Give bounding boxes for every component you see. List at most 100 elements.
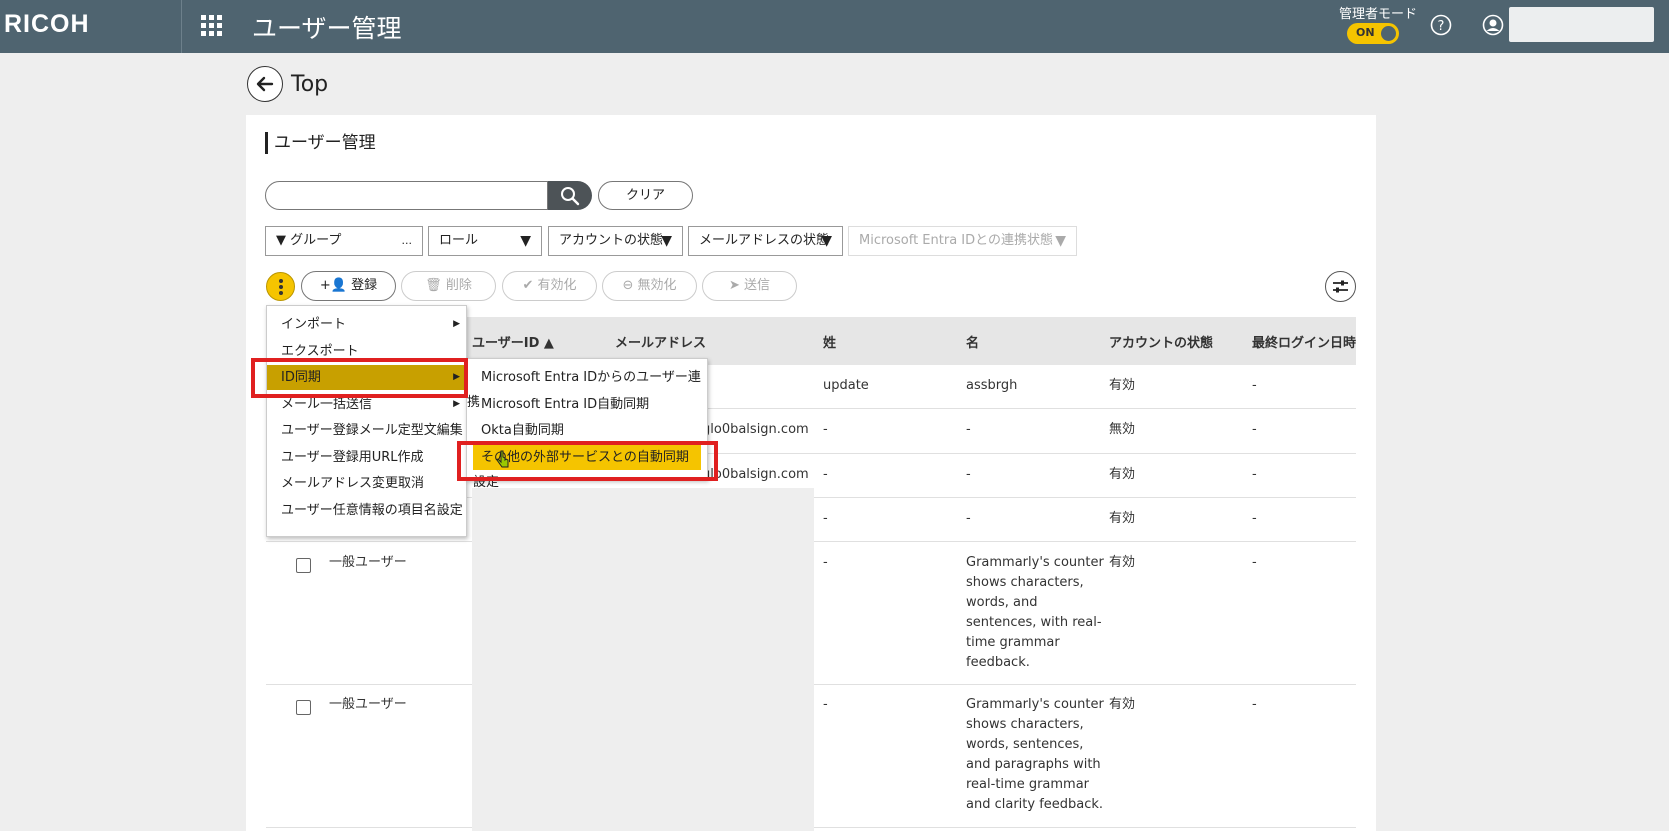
role-filter[interactable]: ロール ▼ (428, 226, 542, 256)
group-filter[interactable]: ▼ グループ ... (265, 226, 423, 256)
menu-item-label: エクスポート (281, 344, 359, 359)
column-settings-button[interactable] (1325, 271, 1356, 302)
first-name-line: Grammarly's counter (966, 697, 1104, 712)
send-icon: ➤ (728, 278, 740, 293)
cell-first-name: - (966, 422, 971, 437)
first-name-line: Grammarly's counter (966, 555, 1104, 570)
first-name-line: real-time grammar (966, 777, 1090, 792)
caret-down-icon: ▼ (821, 233, 832, 249)
th-first-name[interactable]: 名 (966, 332, 979, 351)
menu-item-label: ユーザー登録用URL作成 (281, 450, 424, 465)
cell-account-state: 有効 (1109, 697, 1136, 712)
filter-icon: ▼ (276, 233, 286, 248)
user-account-icon[interactable] (1482, 14, 1504, 36)
delete-button[interactable]: 🗑 削除 (401, 271, 496, 301)
register-button[interactable]: +👤 登録 (301, 271, 396, 301)
cell-last-login: - (1252, 422, 1257, 437)
group-filter-label: グループ (290, 233, 342, 248)
cell-role: 一般ユーザー (329, 697, 407, 712)
send-button[interactable]: ➤ 送信 (702, 271, 797, 301)
caret-right-icon: ▶ (453, 319, 460, 329)
search-button[interactable] (548, 181, 592, 210)
cell-role: 一般ユーザー (329, 555, 407, 570)
first-name-line: and clarity feedback. (966, 797, 1104, 812)
back-button[interactable] (247, 66, 283, 102)
cell-last-name: - (823, 697, 828, 712)
row-checkbox[interactable] (296, 700, 311, 715)
redacted-area (472, 488, 814, 831)
top-bar: RICOH ユーザー管理 管理者モード ON ? (0, 0, 1669, 53)
menu-item-mail-template[interactable]: ユーザー登録メール定型文編集 (267, 418, 466, 443)
disable-label: 無効化 (637, 278, 677, 293)
first-name-line: and paragraphs with (966, 757, 1101, 772)
minus-circle-icon: ⊖ (622, 278, 634, 293)
menu-item-registration-url[interactable]: ユーザー登録用URL作成 (267, 445, 466, 470)
first-name-line: shows characters, (966, 717, 1084, 732)
app-grid-icon[interactable] (201, 15, 223, 37)
entra-link-state-filter-label: Microsoft Entra IDとの連携状態 (859, 233, 1054, 248)
back-label[interactable]: Top (291, 72, 328, 97)
user-name-box[interactable] (1509, 7, 1654, 42)
enable-label: 有効化 (537, 278, 577, 293)
disable-button[interactable]: ⊖ 無効化 (602, 271, 697, 301)
first-name-line: time grammar (966, 635, 1060, 650)
menu-item-label: インポート (281, 317, 347, 332)
enable-button[interactable]: ✔ 有効化 (502, 271, 597, 301)
search-input[interactable] (265, 181, 548, 210)
submenu-item-label: Okta自動同期 (481, 423, 564, 438)
cell-account-state: 有効 (1109, 511, 1136, 526)
register-label: 登録 (351, 278, 378, 293)
clear-button[interactable]: クリア (598, 181, 693, 210)
entra-link-state-filter: Microsoft Entra IDとの連携状態 ▼ (848, 226, 1077, 256)
add-user-icon: +👤 (319, 278, 347, 293)
account-state-filter[interactable]: アカウントの状態 ▼ (548, 226, 683, 256)
arrow-left-icon (256, 76, 274, 92)
cell-last-login: - (1252, 467, 1257, 482)
cell-account-state: 有効 (1109, 555, 1136, 570)
first-name-line: words, sentences, (966, 737, 1084, 752)
admin-mode-toggle[interactable]: ON (1347, 23, 1399, 44)
caret-down-icon: ▼ (520, 233, 531, 249)
kebab-dot (279, 291, 283, 295)
check-icon: ✔ (522, 278, 534, 293)
cell-last-name: update (823, 378, 869, 393)
cell-last-name: - (823, 555, 828, 570)
group-filter-more: ... (401, 234, 413, 247)
menu-item-cancel-email-change[interactable]: メールアドレス変更取消 (267, 471, 466, 496)
email-state-filter[interactable]: メールアドレスの状態 ▼ (688, 226, 843, 256)
row-checkbox[interactable] (296, 558, 311, 573)
cell-last-login: - (1252, 378, 1257, 393)
th-last-login[interactable]: 最終ログイン日時 (1252, 332, 1356, 351)
cell-account-state: 有効 (1109, 378, 1136, 393)
app-title: ユーザー管理 (252, 14, 402, 43)
role-filter-label: ロール (439, 233, 479, 248)
submenu-item-entra-auto-sync[interactable]: Microsoft Entra ID自動同期 (467, 392, 707, 417)
th-account-state[interactable]: アカウントの状態 (1109, 332, 1213, 351)
cell-last-name: - (823, 467, 828, 482)
mouse-cursor-icon (496, 450, 509, 468)
cell-first-name: Grammarly's counter shows characters, wo… (966, 695, 1104, 815)
th-user-id[interactable]: ユーザーID ▲ (472, 332, 554, 351)
help-icon[interactable]: ? (1430, 14, 1452, 36)
trash-icon: 🗑 (425, 278, 442, 293)
menu-item-custom-fields[interactable]: ユーザー任意情報の項目名設定 (267, 498, 466, 523)
send-label: 送信 (744, 278, 771, 293)
cell-last-login: - (1252, 511, 1257, 526)
submenu-item-okta-auto-sync[interactable]: Okta自動同期 (467, 418, 707, 443)
cell-last-login: - (1252, 697, 1257, 712)
first-name-line: words, and (966, 595, 1038, 610)
delete-label: 削除 (445, 278, 472, 293)
menu-item-import[interactable]: インポート ▶ (267, 312, 466, 337)
th-email[interactable]: メールアドレス (615, 332, 706, 351)
more-actions-button[interactable] (266, 272, 295, 301)
submenu-item-entra-link[interactable]: Microsoft Entra IDからのユーザー連携 (467, 365, 707, 410)
svg-text:?: ? (1438, 19, 1445, 34)
toggle-state-label: ON (1356, 26, 1375, 39)
cell-account-state: 無効 (1109, 422, 1136, 437)
more-actions-menu: インポート ▶ エクスポート ID同期 ▶ メール一括送信 ▶ ユーザー登録メー… (266, 305, 467, 537)
caret-down-icon: ▼ (1055, 233, 1066, 249)
kebab-dot (279, 279, 283, 283)
cell-email-tail: glo0balsign.com (702, 422, 809, 437)
th-last-name[interactable]: 姓 (823, 332, 836, 351)
submenu-item-label: Microsoft Entra ID自動同期 (481, 397, 650, 412)
